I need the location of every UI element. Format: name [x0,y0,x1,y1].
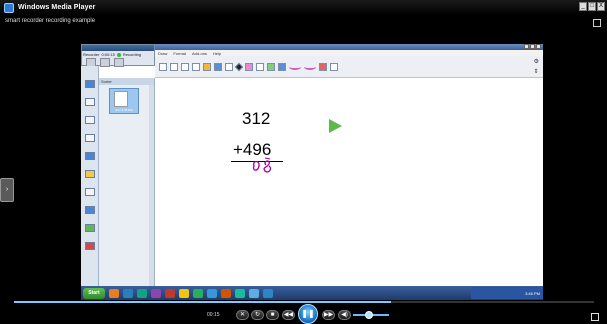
shuffle-button[interactable]: ✕ [236,310,249,320]
document-camera-icon[interactable] [214,62,222,71]
handwritten-answer [252,157,272,173]
volume-knob[interactable] [365,311,373,319]
menu-draw[interactable]: Draw [158,51,167,56]
app-icon-2[interactable] [151,288,161,298]
tab-arrow-icon[interactable] [84,188,95,196]
media-title: smart recorder recording example [5,18,96,24]
shape-icon[interactable] [278,62,286,71]
delete-page-icon[interactable] [84,242,95,250]
recorder-row: Recorder 0:00:15 Recording [82,51,154,58]
addons-icon[interactable] [84,152,95,160]
pen-style-2-icon[interactable] [304,64,316,70]
window-title: Windows Media Player [18,4,96,11]
menu-format[interactable]: Format [173,51,186,56]
eraser-icon[interactable] [256,62,264,71]
mute-button[interactable]: ◀) [338,310,351,320]
recorder-timer: 0:00:15 [101,52,115,57]
thumbnail-page [114,91,128,107]
repeat-button[interactable]: ↻ [251,310,264,320]
sorter-header: Sorter [99,78,154,85]
sorter-scrollbar[interactable] [149,85,154,300]
app-icon-4[interactable] [179,288,189,298]
ie-icon[interactable] [123,288,133,298]
previous-button[interactable]: ◀◀ [282,310,295,320]
nb-maximize-button[interactable] [530,44,535,49]
app-icon-7[interactable] [221,288,231,298]
properties-icon[interactable] [84,134,95,142]
math-operand-1: 312 [242,109,271,128]
settings-icon[interactable]: ⚙ [534,58,539,65]
minimize-button[interactable]: _ [579,2,587,11]
previous-page-icon[interactable] [84,224,95,232]
play-pause-button[interactable]: ❚❚ [298,304,318,324]
stop-button[interactable]: ■ [266,310,279,320]
wmp-titlebar: Windows Media Player _ □ X [0,0,607,15]
elapsed-time: 00:15 [207,312,220,318]
seek-progress [14,301,391,303]
app-icon-9[interactable] [249,288,259,298]
app-icon-3[interactable] [165,288,175,298]
screen-shade-icon[interactable] [203,62,211,71]
recorder-window: Recorder 0:00:15 Recording [81,44,155,67]
thumbnail-caption: Sun 3:45 PM [115,108,133,112]
lesson-activity-icon[interactable] [84,170,95,178]
pen-icon[interactable] [234,62,244,71]
page-thumbnail[interactable]: Sun 3:45 PM [109,88,139,114]
select-icon[interactable] [225,62,233,71]
attachments-icon[interactable] [84,116,95,124]
recorder-label: Recorder [83,52,100,57]
creative-pen-icon[interactable] [245,62,253,71]
switch-to-library-icon[interactable] [591,313,599,321]
maximize-button[interactable]: □ [588,2,596,11]
window-controls: _ □ X [579,2,605,11]
whiteboard-canvas[interactable]: 312 +496 [155,78,543,292]
windows-media-player-icon [4,2,14,13]
page-sorter-icon[interactable] [84,80,95,88]
line-icon[interactable] [267,62,275,71]
recorder-status: Recording [122,52,142,57]
close-button[interactable]: X [597,2,605,11]
menu-help[interactable]: Help [213,51,221,56]
pause-record-button[interactable] [100,58,110,67]
toolbar-move-icon[interactable]: ⇕ [534,68,539,75]
next-button[interactable]: ▶▶ [322,310,335,320]
text-icon[interactable] [330,62,338,71]
start-button[interactable]: Start [83,287,105,299]
pen-style-1-icon[interactable] [289,64,301,70]
new-page-icon[interactable] [159,62,167,71]
notebook-side-tabs [81,66,99,300]
toolbar-right: ⚙ ⇕ [534,58,539,75]
app-icon-8[interactable] [235,288,245,298]
page-sorter: Sorter Sun 3:45 PM Auto-hide [99,78,155,300]
nb-minimize-button[interactable] [524,44,529,49]
paste-icon[interactable] [192,62,200,71]
app-icon-5[interactable] [193,288,203,298]
app-icon-10[interactable] [263,288,273,298]
gallery-icon[interactable] [84,98,95,106]
menu-addons[interactable]: Add-ons [192,51,207,56]
show-library-handle[interactable]: › [0,178,14,202]
firefox-icon[interactable] [109,288,119,298]
stop-record-button[interactable] [114,58,124,67]
notebook-toolbar: ⚙ ⇕ [155,56,543,78]
open-icon[interactable] [170,62,178,71]
system-tray: 3:46 PM [471,287,543,299]
nb-close-button[interactable] [536,44,541,49]
inner-taskbar: Start 3:46 PM [81,286,543,300]
play-triangle-shape [329,119,342,133]
taskbar-clock[interactable]: 3:46 PM [525,291,540,296]
fullscreen-icon[interactable] [593,19,601,27]
recording-status-icon [116,52,121,57]
fill-icon[interactable] [319,62,327,71]
app-icon-1[interactable] [137,288,147,298]
next-page-icon[interactable] [84,206,95,214]
app-icon-6[interactable] [207,288,217,298]
save-icon[interactable] [181,62,189,71]
wmp-window: Windows Media Player _ □ X smart recorde… [0,0,607,324]
video-area[interactable]: Recorder 0:00:15 Recording Draw Format A… [81,44,543,300]
